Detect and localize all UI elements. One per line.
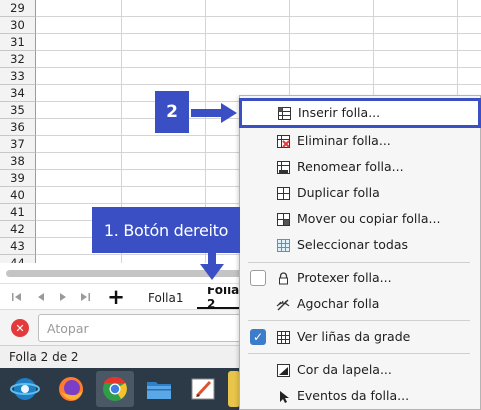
menu-item-tab-color[interactable]: Cor da lapela... <box>240 357 480 383</box>
row-header[interactable]: 31 <box>0 34 36 51</box>
menu-item-move-copy-sheet[interactable]: Mover ou copiar folla... <box>240 206 480 232</box>
rename-sheet-icon <box>276 160 290 174</box>
arrow-down-icon <box>200 252 224 280</box>
row-header[interactable]: 44 <box>0 255 36 263</box>
menu-item-label: Eventos da folla... <box>297 388 410 403</box>
grid-lines-icon <box>276 330 290 344</box>
row-header[interactable]: 37 <box>0 136 36 153</box>
drawing-icon[interactable] <box>184 371 222 407</box>
row-cells[interactable] <box>36 68 481 85</box>
row-cells[interactable] <box>36 51 481 68</box>
menu-separator <box>248 353 470 354</box>
tab-color-icon <box>276 363 290 377</box>
row-header[interactable]: 39 <box>0 170 36 187</box>
row-header[interactable]: 36 <box>0 119 36 136</box>
sheet-tab-context-menu: Inserir folla... Eliminar folla... Renom… <box>239 95 481 410</box>
next-sheet-icon[interactable] <box>54 288 72 306</box>
row-header[interactable]: 40 <box>0 187 36 204</box>
add-sheet-button[interactable]: + <box>104 285 128 309</box>
grid-row[interactable]: 31 <box>0 34 481 51</box>
row-cells[interactable] <box>36 0 481 17</box>
menu-item-sheet-events[interactable]: Eventos da folla... <box>240 383 480 409</box>
previous-sheet-icon[interactable] <box>32 288 50 306</box>
grid-lines-checkbox[interactable]: ✓ <box>250 329 266 345</box>
arrow-right-icon <box>191 103 237 123</box>
sheet-events-icon <box>276 389 290 403</box>
delete-sheet-icon <box>276 134 290 148</box>
row-cells[interactable] <box>36 34 481 51</box>
menu-item-insert-sheet[interactable]: Inserir folla... <box>239 98 481 128</box>
menu-item-label: Mover ou copiar folla... <box>297 211 441 226</box>
move-copy-sheet-icon <box>276 212 290 226</box>
chrome-icon[interactable] <box>96 371 134 407</box>
row-header[interactable]: 38 <box>0 153 36 170</box>
protect-sheet-checkbox[interactable] <box>250 270 266 286</box>
row-header[interactable]: 34 <box>0 85 36 102</box>
find-input[interactable] <box>38 314 248 342</box>
menu-item-label: Protexer folla... <box>297 270 392 285</box>
first-sheet-icon[interactable] <box>8 288 26 306</box>
step-1-annotation: 1. Botón dereito <box>92 207 240 253</box>
menu-item-label: Eliminar folla... <box>297 133 391 148</box>
menu-item-label: Duplicar folla <box>297 185 380 200</box>
insert-sheet-icon <box>277 106 291 120</box>
menu-separator <box>248 320 470 321</box>
menu-item-delete-sheet[interactable]: Eliminar folla... <box>240 128 480 154</box>
select-all-sheets-icon <box>276 238 290 252</box>
firefox-icon[interactable] <box>52 371 90 407</box>
sheet-tab-label: Folla1 <box>148 291 184 305</box>
activities-icon[interactable] <box>6 371 44 407</box>
menu-item-rename-sheet[interactable]: Renomear folla... <box>240 154 480 180</box>
grid-row[interactable]: 33 <box>0 68 481 85</box>
row-header[interactable]: 43 <box>0 238 36 255</box>
step-2-annotation: 2 <box>155 91 189 133</box>
menu-item-protect-sheet[interactable]: Protexer folla... <box>240 265 480 291</box>
menu-item-label: Renomear folla... <box>297 159 404 174</box>
sheet-tab-folla1[interactable]: Folla1 <box>138 287 193 309</box>
menu-item-label: Ver liñas da grade <box>297 329 411 344</box>
sheet-tab-label: Folla 2 <box>207 287 240 309</box>
menu-item-label: Cor da lapela... <box>297 362 392 377</box>
row-header[interactable]: 33 <box>0 68 36 85</box>
row-header[interactable]: 42 <box>0 221 36 238</box>
close-find-button[interactable]: ✕ <box>11 319 29 337</box>
row-cells[interactable] <box>36 17 481 34</box>
grid-row[interactable]: 30 <box>0 17 481 34</box>
lock-icon <box>276 271 290 285</box>
menu-item-label: Inserir folla... <box>298 105 381 120</box>
row-header[interactable]: 41 <box>0 204 36 221</box>
menu-item-view-grid-lines[interactable]: ✓ Ver liñas da grade <box>240 324 480 350</box>
hide-sheet-icon <box>276 297 290 311</box>
files-icon[interactable] <box>140 371 178 407</box>
row-header[interactable]: 35 <box>0 102 36 119</box>
duplicate-sheet-icon <box>276 186 290 200</box>
menu-item-label: Agochar folla <box>297 296 380 311</box>
menu-item-hide-sheet[interactable]: Agochar folla <box>240 291 480 317</box>
menu-item-select-all-sheets[interactable]: Seleccionar todas <box>240 232 480 258</box>
sheet-position-status: Folla 2 de 2 <box>9 350 79 364</box>
grid-row[interactable]: 32 <box>0 51 481 68</box>
grid-row[interactable]: 29 <box>0 0 481 17</box>
menu-item-label: Seleccionar todas <box>297 237 409 252</box>
row-header[interactable]: 30 <box>0 17 36 34</box>
row-header[interactable]: 29 <box>0 0 36 17</box>
menu-separator <box>248 262 470 263</box>
last-sheet-icon[interactable] <box>76 288 94 306</box>
menu-item-duplicate-sheet[interactable]: Duplicar folla <box>240 180 480 206</box>
row-header[interactable]: 32 <box>0 51 36 68</box>
